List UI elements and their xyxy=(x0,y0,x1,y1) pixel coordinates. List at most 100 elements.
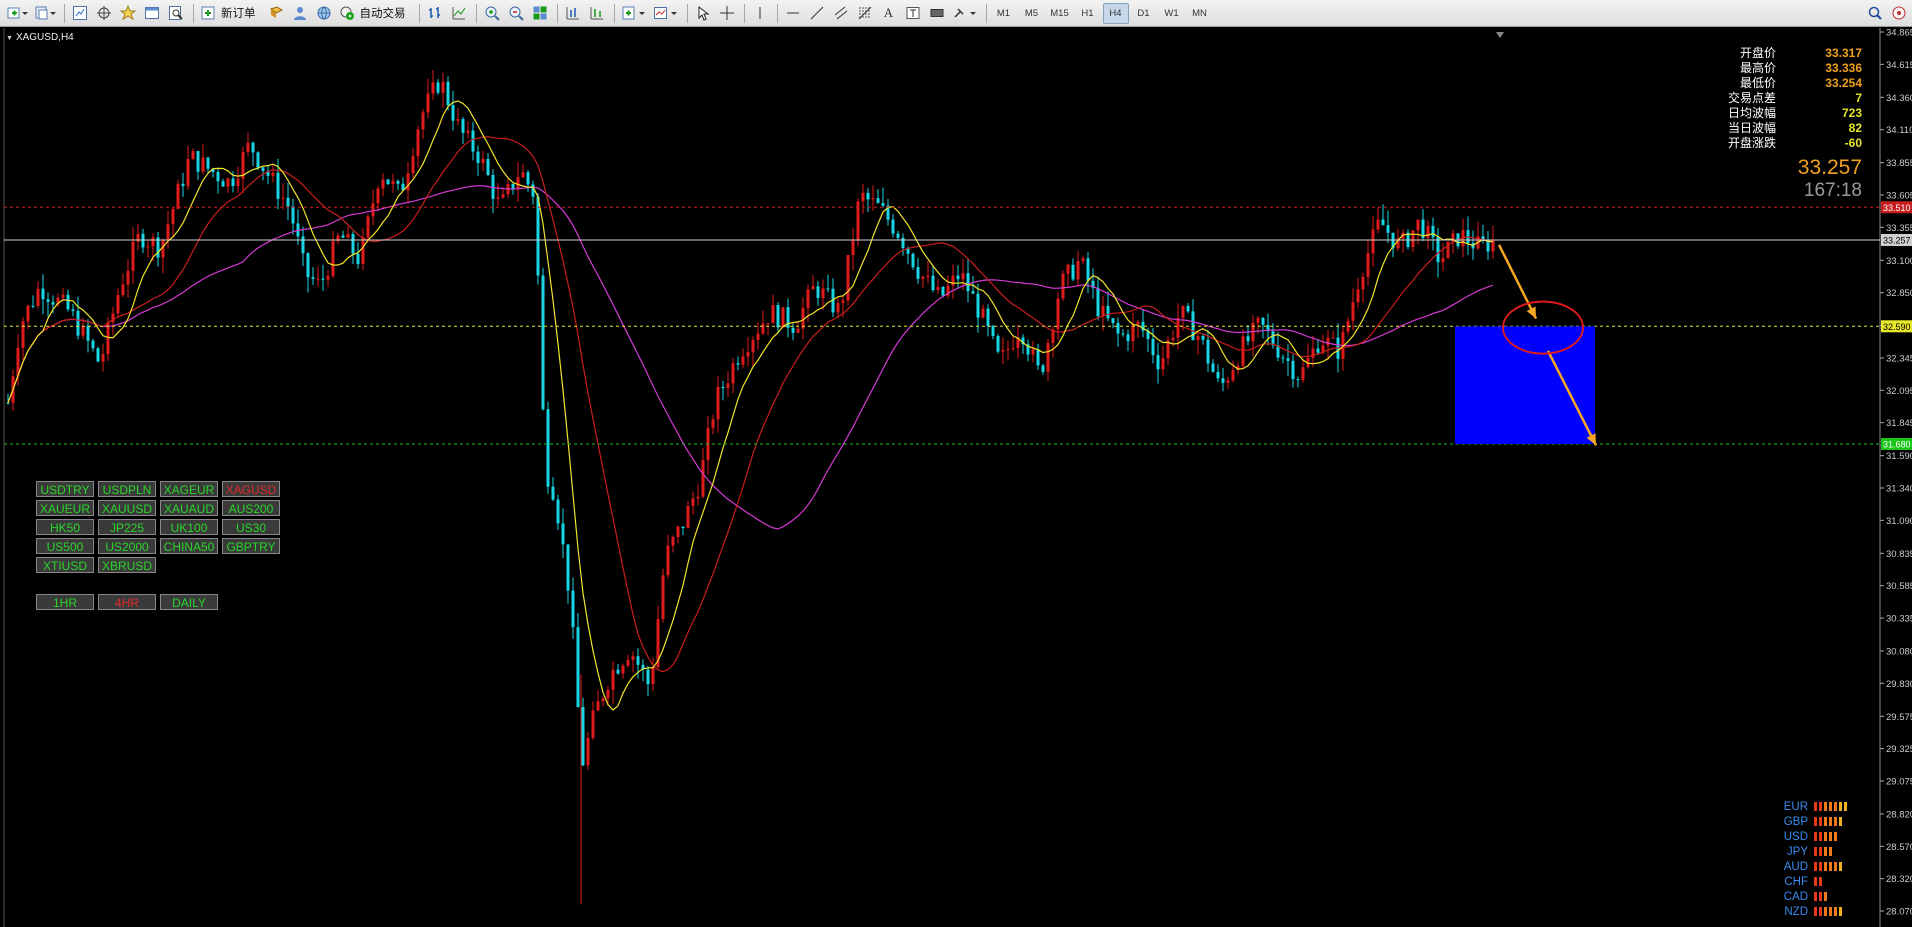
candle-body xyxy=(586,737,590,766)
equidistant-channel-icon xyxy=(834,6,847,20)
fibonacci-button[interactable] xyxy=(854,3,876,24)
price-chart[interactable]: 34.865 34.615 34.360 34.110 33.855 33.605 33.3… xyxy=(0,28,1912,927)
symbol-button-aus200[interactable]: AUS200 xyxy=(222,500,280,516)
timeframe-switch-1hr[interactable]: 1HR xyxy=(36,594,94,610)
symbol-button-usdpln[interactable]: USDPLN xyxy=(98,481,156,497)
symbol-button-gbptry[interactable]: GBPTRY xyxy=(222,538,280,554)
timeframe-m1[interactable]: M1 xyxy=(991,3,1017,24)
symbol-button-usdtry[interactable]: USDTRY xyxy=(36,481,94,497)
indicators-button[interactable] xyxy=(619,3,649,24)
candle-body xyxy=(1326,337,1330,346)
symbol-button-xauaud[interactable]: XAUAUD xyxy=(160,500,218,516)
vertical-line-button[interactable] xyxy=(749,3,771,24)
market-watch-button[interactable] xyxy=(69,3,91,24)
timeframe-h4[interactable]: H4 xyxy=(1102,2,1129,24)
text-label-icon xyxy=(906,7,919,19)
templates-icon xyxy=(653,7,677,19)
candle-body xyxy=(871,198,875,200)
candle-body xyxy=(1156,355,1160,370)
currency-strength-row: GBP xyxy=(1770,814,1849,829)
candle-body xyxy=(1081,258,1085,262)
symbol-button-xbrusd[interactable]: XBRUSD xyxy=(98,557,156,573)
candle-body xyxy=(1311,348,1315,358)
channel-button[interactable] xyxy=(830,3,852,24)
symbol-button-xaueur[interactable]: XAUEUR xyxy=(36,500,94,516)
cursor-tool-button[interactable] xyxy=(692,3,714,24)
crosshair-tool-button[interactable] xyxy=(716,3,738,24)
arrows-button[interactable] xyxy=(950,3,980,24)
candle-body xyxy=(766,323,770,325)
candle-body xyxy=(936,286,940,291)
profiles-button[interactable] xyxy=(32,3,58,24)
terminal-button[interactable] xyxy=(141,3,163,24)
autoscroll-button[interactable] xyxy=(562,3,584,24)
symbol-button-uk100[interactable]: UK100 xyxy=(160,519,218,535)
currency-strength-row: NZD xyxy=(1770,904,1849,919)
new-order-label: 新订单 xyxy=(221,8,256,20)
candle-body xyxy=(1331,337,1335,339)
trendline-button[interactable] xyxy=(806,3,828,24)
candle-body xyxy=(406,173,410,191)
zoom-in-button[interactable] xyxy=(481,3,503,24)
price-tick-label: 29.075 xyxy=(1886,776,1912,787)
horizontal-line-button[interactable] xyxy=(782,3,804,24)
symbol-button-jp225[interactable]: JP225 xyxy=(98,519,156,535)
candle-body xyxy=(1426,225,1430,238)
meta-editor-button[interactable] xyxy=(265,3,287,24)
candle-body xyxy=(881,202,885,206)
symbol-button-us500[interactable]: US500 xyxy=(36,538,94,554)
tile-windows-button[interactable] xyxy=(529,3,551,24)
timeframe-mn[interactable]: MN xyxy=(1187,3,1213,24)
candle-body xyxy=(466,130,470,133)
text-label-button[interactable] xyxy=(902,3,924,24)
templates-button[interactable] xyxy=(651,3,681,24)
candle-body xyxy=(61,294,65,298)
candle-body xyxy=(971,291,975,294)
chart-shift-button[interactable] xyxy=(586,3,608,24)
candle-body xyxy=(1271,331,1275,346)
rectangle-button[interactable] xyxy=(926,3,948,24)
market-button[interactable] xyxy=(313,3,335,24)
candle-body xyxy=(376,188,380,204)
timeframe-h1[interactable]: H1 xyxy=(1075,3,1101,24)
candle-body xyxy=(451,105,455,121)
bar-chart-button[interactable] xyxy=(424,3,446,24)
strategy-tester-button[interactable] xyxy=(165,3,187,24)
candle-body xyxy=(201,157,205,172)
candle-body xyxy=(1006,348,1010,350)
chart-canvas[interactable]: 34.865 34.615 34.360 34.110 33.855 33.605 33.3… xyxy=(0,28,1912,927)
candle-body xyxy=(661,575,665,620)
timeframe-switch-daily[interactable]: DAILY xyxy=(160,594,218,610)
info-row: 开盘涨跌 -60 xyxy=(1700,136,1862,151)
symbol-button-us30[interactable]: US30 xyxy=(222,519,280,535)
symbol-button-xauusd[interactable]: XAUUSD xyxy=(98,500,156,516)
timeframe-m15[interactable]: M15 xyxy=(1047,3,1073,24)
navigator-button[interactable] xyxy=(117,3,139,24)
timeframe-switch-4hr[interactable]: 4HR xyxy=(98,594,156,610)
chat-button[interactable] xyxy=(1888,3,1910,24)
symbol-button-hk50[interactable]: HK50 xyxy=(36,519,94,535)
symbol-button-xtiusd[interactable]: XTIUSD xyxy=(36,557,94,573)
search-button[interactable] xyxy=(1864,3,1886,24)
new-chart-button[interactable] xyxy=(4,3,30,24)
symbol-button-china50[interactable]: CHINA50 xyxy=(160,538,218,554)
text-tool-button[interactable]: A xyxy=(878,3,900,24)
new-order-button[interactable]: 新订单 xyxy=(198,3,263,24)
auto-trading-label: 自动交易 xyxy=(359,8,406,20)
timeframe-m5[interactable]: M5 xyxy=(1019,3,1045,24)
auto-trading-button[interactable]: 自动交易 xyxy=(337,3,413,24)
candle-body xyxy=(651,667,655,685)
symbol-button-us2000[interactable]: US2000 xyxy=(98,538,156,554)
currency-name: JPY xyxy=(1786,845,1808,858)
timeframe-d1[interactable]: D1 xyxy=(1131,3,1157,24)
arrow-tools-icon xyxy=(953,8,976,18)
candle-body xyxy=(1136,321,1140,325)
data-window-button[interactable] xyxy=(93,3,115,24)
accounts-button[interactable] xyxy=(289,3,311,24)
timeframe-w1[interactable]: W1 xyxy=(1159,3,1185,24)
symbol-button-xageur[interactable]: XAGEUR xyxy=(160,481,218,497)
zoom-out-button[interactable] xyxy=(505,3,527,24)
symbol-button-xagusd[interactable]: XAGUSD xyxy=(222,481,280,497)
candle-body xyxy=(941,286,945,296)
line-chart-button[interactable] xyxy=(448,3,470,24)
